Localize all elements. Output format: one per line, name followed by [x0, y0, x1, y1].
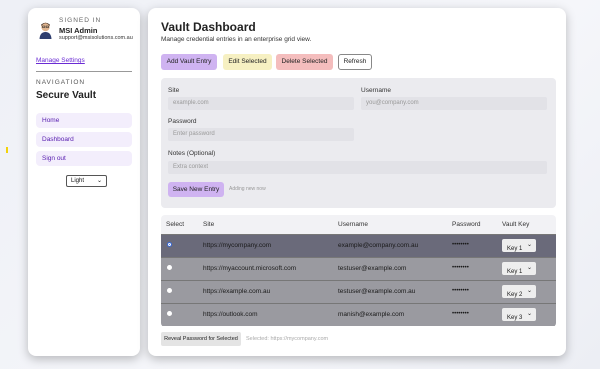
- site-label: Site: [168, 87, 180, 94]
- avatar-icon: [39, 22, 52, 39]
- form-mode-note: Adding new now: [229, 186, 266, 192]
- row-vault-key-value: Key 1: [507, 246, 523, 252]
- column-header-select: Select: [166, 221, 185, 228]
- row-site: https://outlook.com: [203, 311, 258, 318]
- row-select-radio[interactable]: [167, 265, 172, 270]
- row-vault-key-select[interactable]: Key 2 ⌄: [502, 285, 536, 298]
- column-header-password: Password: [452, 221, 481, 228]
- row-site: https://myaccount.microsoft.com: [203, 265, 297, 272]
- row-username: testuser@example.com: [338, 265, 407, 272]
- manage-settings-link[interactable]: Manage Settings: [36, 57, 85, 64]
- user-name: MSI Admin: [59, 26, 98, 35]
- row-vault-key-value: Key 1: [507, 269, 523, 275]
- add-vault-entry-button[interactable]: Add Vault Entry: [161, 54, 217, 70]
- chevron-down-icon: ⌄: [526, 311, 532, 317]
- row-site: https://example.com.au: [203, 288, 271, 295]
- row-select-radio[interactable]: [167, 242, 172, 247]
- divider: [36, 71, 132, 72]
- grid-header: Select Site Username Password Vault Key: [161, 215, 556, 234]
- chevron-down-icon: ⌄: [526, 242, 532, 248]
- row-password: ••••••••: [452, 265, 469, 271]
- sidebar: SIGNED IN MSI Admin support@msisolutions…: [28, 8, 140, 356]
- sidebar-item-home[interactable]: Home: [36, 113, 132, 128]
- table-row[interactable]: https://myaccount.microsoft.com testuser…: [161, 257, 556, 280]
- theme-select-value: Light: [71, 178, 85, 184]
- save-new-entry-button[interactable]: Save New Entry: [168, 182, 224, 197]
- table-row[interactable]: https://mycompany.com example@company.co…: [161, 234, 556, 257]
- row-username: example@company.com.au: [338, 242, 419, 249]
- username-input[interactable]: you@company.com: [361, 97, 547, 110]
- site-input[interactable]: example.com: [168, 97, 354, 110]
- column-header-username: Username: [338, 221, 368, 228]
- row-username: manish@example.com: [338, 311, 405, 318]
- page-title: Vault Dashboard: [161, 20, 256, 34]
- page-subtitle: Manage credential entries in an enterpri…: [161, 36, 312, 43]
- theme-select[interactable]: Light ⌄: [66, 175, 107, 187]
- row-password: ••••••••: [452, 242, 469, 248]
- username-label: Username: [361, 87, 391, 94]
- signed-in-label: SIGNED IN: [59, 17, 102, 24]
- notes-label: Notes (Optional): [168, 150, 216, 157]
- row-vault-key-value: Key 2: [507, 292, 523, 298]
- row-vault-key-select[interactable]: Key 1 ⌄: [502, 262, 536, 275]
- chevron-down-icon: ⌄: [96, 178, 102, 184]
- entry-form: Site example.com Username you@company.co…: [161, 78, 556, 208]
- reveal-password-button[interactable]: Reveal Password for Selected: [161, 332, 241, 346]
- delete-selected-button[interactable]: Delete Selected: [276, 54, 333, 70]
- password-label: Password: [168, 118, 197, 125]
- column-header-site: Site: [203, 221, 215, 228]
- user-email: support@msisolutions.com.au: [59, 35, 133, 41]
- main-panel: Vault Dashboard Manage credential entrie…: [148, 8, 566, 356]
- row-password: ••••••••: [452, 288, 469, 294]
- row-password: ••••••••: [452, 311, 469, 317]
- row-vault-key-select[interactable]: Key 1 ⌄: [502, 239, 536, 252]
- table-row[interactable]: https://example.com.au testuser@example.…: [161, 280, 556, 303]
- navigation-label: NAVIGATION: [36, 79, 86, 86]
- password-input[interactable]: Enter password: [168, 128, 354, 141]
- row-username: testuser@example.com.au: [338, 288, 416, 295]
- row-vault-key-value: Key 3: [507, 315, 523, 321]
- edit-selected-button[interactable]: Edit Selected: [223, 54, 272, 70]
- vault-grid: Select Site Username Password Vault Key …: [161, 215, 556, 327]
- edge-marker: [6, 147, 8, 153]
- app-title: Secure Vault: [36, 90, 97, 101]
- sidebar-item-dashboard[interactable]: Dashboard: [36, 132, 132, 147]
- chevron-down-icon: ⌄: [526, 265, 532, 271]
- row-site: https://mycompany.com: [203, 242, 272, 249]
- chevron-down-icon: ⌄: [526, 288, 532, 294]
- table-row[interactable]: https://outlook.com manish@example.com •…: [161, 303, 556, 326]
- column-header-vault-key: Vault Key: [502, 221, 530, 228]
- selected-status: Selected: https://mycompany.com: [246, 336, 329, 342]
- refresh-button[interactable]: Refresh: [338, 54, 372, 70]
- sidebar-item-sign-out[interactable]: Sign out: [36, 151, 132, 166]
- row-select-radio[interactable]: [167, 311, 172, 316]
- notes-input[interactable]: Extra context: [168, 161, 547, 174]
- row-vault-key-select[interactable]: Key 3 ⌄: [502, 308, 536, 321]
- row-select-radio[interactable]: [167, 288, 172, 293]
